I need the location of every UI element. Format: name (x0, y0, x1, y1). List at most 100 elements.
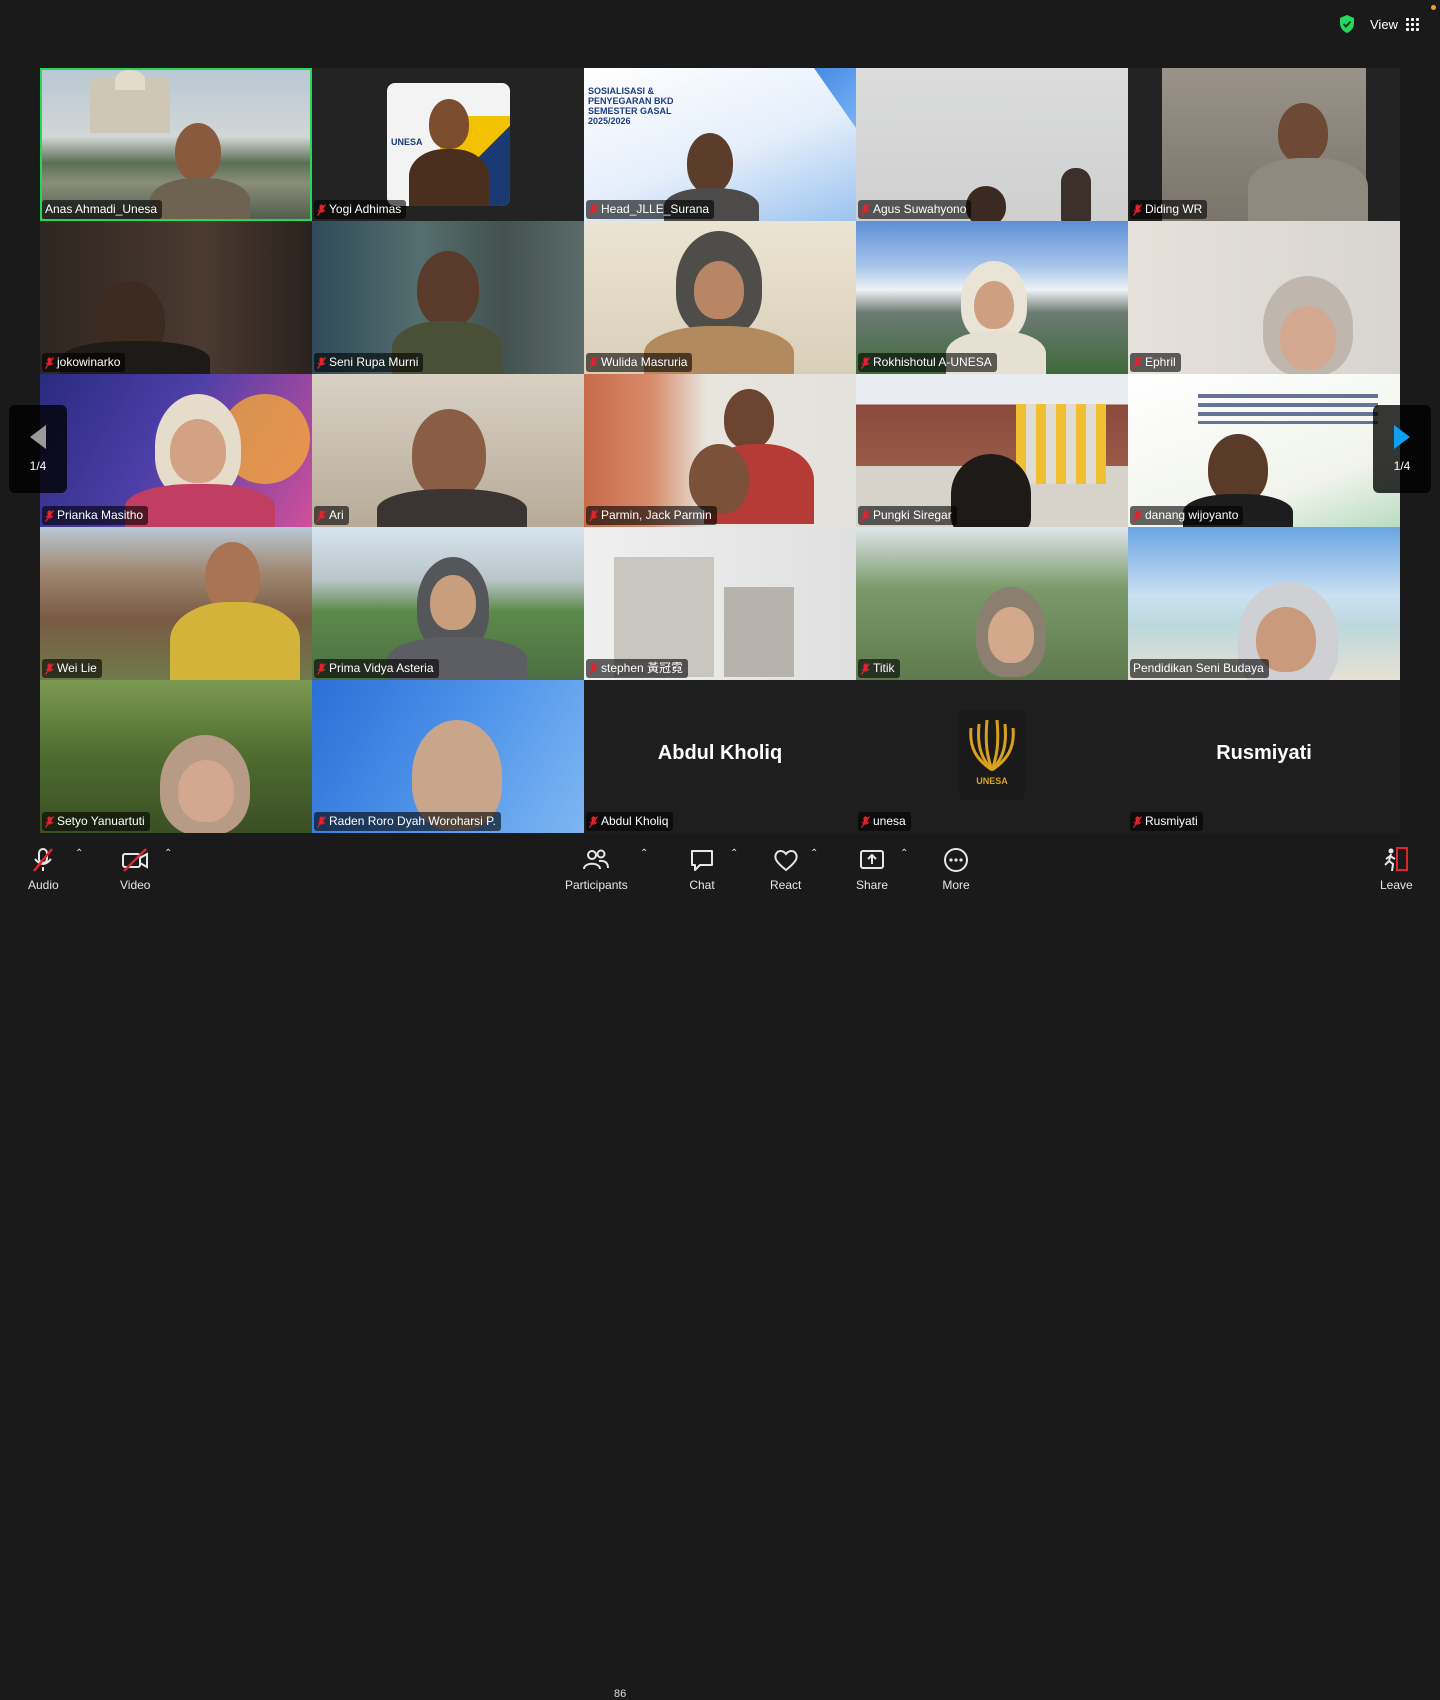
participants-button[interactable]: Participants (565, 846, 628, 892)
muted-mic-icon (317, 815, 326, 828)
arrow-right-icon (1394, 425, 1410, 449)
participant-nameplate: Raden Roro Dyah Woroharsi P. (314, 812, 501, 831)
video-tile[interactable]: danang wijoyanto (1128, 374, 1400, 527)
audio-options-caret[interactable]: ⌃ (75, 848, 83, 859)
video-options-caret[interactable]: ⌃ (164, 848, 172, 859)
video-tile[interactable]: Seni Rupa Murni (312, 221, 584, 374)
muted-mic-icon (45, 509, 54, 522)
video-tile[interactable]: Abdul Kholiq Abdul Kholiq (584, 680, 856, 833)
participants-count: 86 (614, 1688, 627, 1700)
participant-nameplate: unesa (858, 812, 911, 831)
muted-mic-icon (317, 356, 326, 369)
muted-mic-icon (317, 509, 326, 522)
video-tile[interactable]: UNESA Yogi Adhimas (312, 68, 584, 221)
video-tile[interactable]: Parmin, Jack Parmin (584, 374, 856, 527)
view-label: View (1370, 16, 1398, 32)
unesa-badge: UNESA (391, 137, 423, 147)
participant-display-name: Abdul Kholiq (657, 742, 783, 764)
video-tile[interactable]: Titik (856, 527, 1128, 680)
meeting-toolbar: Audio ⌃ Video ⌃ Participants 86 ⌃ Chat ⌃… (0, 838, 1440, 1700)
participant-nameplate: Anas Ahmadi_Unesa (42, 200, 163, 219)
video-tile[interactable]: Rusmiyati Rusmiyati (1128, 680, 1400, 833)
participant-nameplate: Yogi Adhimas (314, 200, 407, 219)
video-tile[interactable]: SOSIALISASI & PENYEGARAN BKD SEMESTER GA… (584, 68, 856, 221)
leave-button[interactable]: Leave (1380, 846, 1413, 892)
share-screen-icon (860, 850, 885, 869)
leave-icon (1384, 847, 1409, 872)
muted-mic-icon (861, 356, 870, 369)
more-button[interactable]: More (942, 846, 970, 892)
top-bar: View (0, 0, 1440, 48)
video-tile[interactable]: Rokhishotul A-UNESA (856, 221, 1128, 374)
react-button[interactable]: React (770, 846, 801, 892)
muted-mic-icon (45, 356, 54, 369)
video-tile[interactable]: Pendidikan Seni Budaya (1128, 527, 1400, 680)
camera-off-icon (122, 848, 149, 872)
video-tile[interactable]: Setyo Yanuartuti (40, 680, 312, 833)
view-button[interactable]: View (1370, 12, 1419, 36)
muted-mic-icon (1133, 356, 1142, 369)
video-tile[interactable]: Ari (312, 374, 584, 527)
chat-options-caret[interactable]: ⌃ (730, 848, 738, 859)
slide-title: SOSIALISASI & PENYEGARAN BKD SEMESTER GA… (588, 86, 674, 126)
muted-mic-icon (1133, 203, 1142, 216)
participant-nameplate: Prianka Masitho (42, 506, 149, 525)
participants-icon (583, 849, 610, 870)
participant-nameplate: Parmin, Jack Parmin (586, 506, 717, 525)
arrow-left-icon (30, 425, 46, 449)
share-screen-button[interactable]: Share (856, 846, 888, 892)
muted-mic-icon (861, 203, 870, 216)
muted-mic-icon (589, 509, 598, 522)
participant-nameplate: Ephril (1130, 353, 1181, 372)
muted-mic-icon (1133, 815, 1142, 828)
video-tile[interactable]: Anas Ahmadi_Unesa (40, 68, 312, 221)
video-tile[interactable]: Pungki Siregar (856, 374, 1128, 527)
participant-nameplate: stephen 黃冠霓 (586, 659, 689, 678)
video-tile[interactable]: Raden Roro Dyah Woroharsi P. (312, 680, 584, 833)
chat-icon (691, 850, 713, 871)
mic-muted-icon (33, 848, 54, 872)
participant-nameplate: Titik (858, 659, 900, 678)
participant-nameplate: danang wijoyanto (1130, 506, 1244, 525)
participant-nameplate: Seni Rupa Murni (314, 353, 424, 372)
video-tile[interactable]: UNESA unesa (856, 680, 1128, 833)
chat-button[interactable]: Chat (688, 846, 716, 892)
muted-mic-icon (45, 662, 54, 675)
muted-mic-icon (589, 662, 598, 675)
previous-page-button[interactable]: 1/4 (9, 405, 67, 493)
video-button[interactable]: Video (120, 846, 150, 892)
next-page-button[interactable]: 1/4 (1373, 405, 1431, 493)
participant-nameplate: Pungki Siregar (858, 506, 957, 525)
muted-mic-icon (317, 662, 326, 675)
muted-mic-icon (1133, 509, 1142, 522)
page-indicator: 1/4 (1393, 459, 1411, 473)
notification-dot (1431, 5, 1436, 10)
video-tile[interactable]: Prima Vidya Asteria (312, 527, 584, 680)
participant-nameplate: Diding WR (1130, 200, 1208, 219)
video-tile[interactable]: jokowinarko (40, 221, 312, 374)
participant-nameplate: Rokhishotul A-UNESA (858, 353, 997, 372)
participants-options-caret[interactable]: ⌃ (640, 848, 648, 859)
react-options-caret[interactable]: ⌃ (810, 848, 818, 859)
video-gallery: Anas Ahmadi_Unesa UNESA Yogi Adhimas SOS… (40, 68, 1400, 833)
muted-mic-icon (861, 509, 870, 522)
muted-mic-icon (589, 815, 598, 828)
more-icon (944, 848, 968, 872)
video-tile[interactable]: Wulida Masruria (584, 221, 856, 374)
video-tile[interactable]: Agus Suwahyono (856, 68, 1128, 221)
video-tile[interactable]: Wei Lie (40, 527, 312, 680)
video-tile[interactable]: stephen 黃冠霓 (584, 527, 856, 680)
participant-nameplate: Ari (314, 506, 349, 525)
share-options-caret[interactable]: ⌃ (900, 848, 908, 859)
muted-mic-icon (589, 356, 598, 369)
muted-mic-icon (317, 203, 326, 216)
audio-button[interactable]: Audio (28, 846, 59, 892)
participant-nameplate: Prima Vidya Asteria (314, 659, 439, 678)
video-tile[interactable]: Ephril (1128, 221, 1400, 374)
participant-nameplate: Pendidikan Seni Budaya (1130, 659, 1269, 678)
heart-icon (773, 850, 798, 872)
video-tile[interactable]: Diding WR (1128, 68, 1400, 221)
muted-mic-icon (45, 815, 54, 828)
encryption-shield-icon[interactable] (1337, 14, 1357, 34)
video-tile[interactable]: Prianka Masitho (40, 374, 312, 527)
